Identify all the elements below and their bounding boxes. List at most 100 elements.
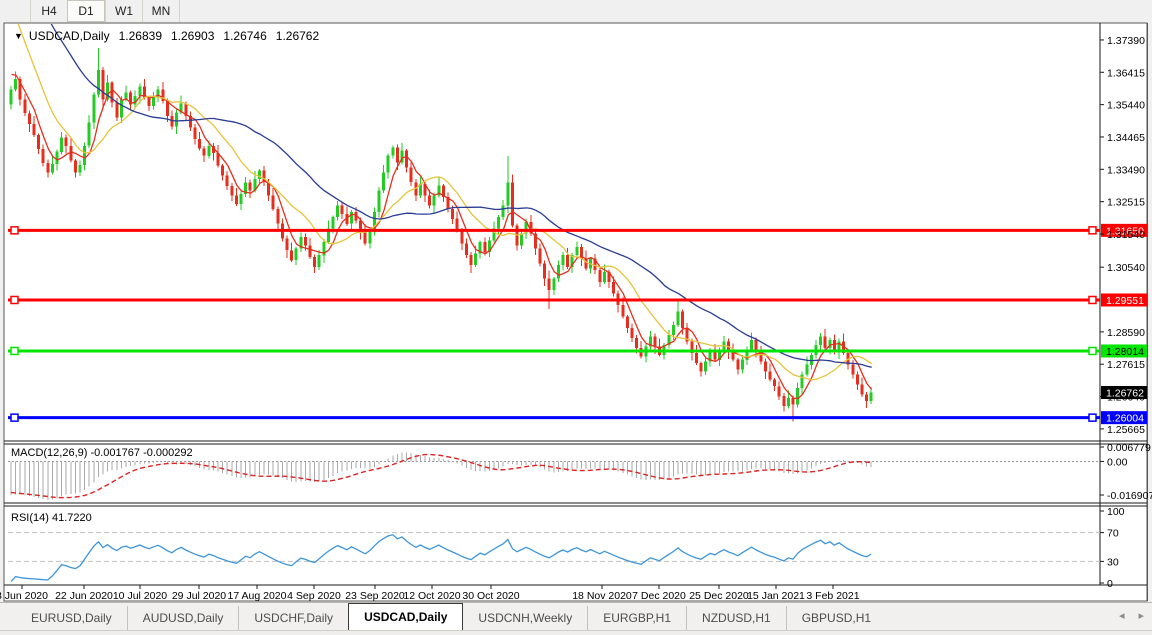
candle: [672, 325, 675, 335]
candle: [148, 98, 151, 106]
date-label: 23 Sep 2020: [345, 590, 405, 602]
candle: [621, 305, 624, 317]
tab-scroll-right-icon[interactable]: ▸: [1138, 611, 1144, 622]
date-label: 29 Jul 2020: [172, 590, 226, 602]
date-label: 30 Oct 2020: [462, 590, 519, 602]
candle: [704, 361, 707, 371]
candle: [341, 206, 344, 214]
line-handle[interactable]: [11, 414, 18, 421]
tab-eurgbp-h1[interactable]: EURGBP,H1: [587, 606, 686, 630]
candle: [502, 206, 505, 218]
candle: [575, 247, 578, 255]
tab-usdchf-daily[interactable]: USDCHF,Daily: [238, 606, 348, 630]
price-tick-label: 1.35440: [1107, 100, 1145, 112]
candle: [810, 355, 813, 365]
candle: [433, 196, 436, 206]
candle: [677, 312, 680, 325]
candle: [497, 217, 500, 229]
candle: [378, 191, 381, 213]
price-tick-label: 1.30540: [1107, 262, 1145, 274]
date-label: 4 Sep 2020: [287, 590, 341, 602]
date-label: 3 Jun 2020: [0, 590, 48, 602]
candle: [865, 395, 868, 402]
quote-low: 1.26746: [223, 29, 266, 43]
candle: [796, 388, 799, 405]
symbol-dropdown-icon[interactable]: ▼: [14, 31, 23, 41]
candle: [654, 337, 657, 347]
candle: [125, 93, 128, 100]
tab-nzdusd-h1[interactable]: NZDUSD,H1: [686, 606, 786, 630]
candle: [805, 365, 808, 375]
tab-audusd-daily[interactable]: AUDUSD,Daily: [127, 606, 239, 630]
chart-canvas[interactable]: 1.316501.295511.280141.260041.373901.364…: [0, 0, 1152, 634]
candle: [566, 255, 569, 267]
status-strip: [0, 630, 1152, 635]
line-handle[interactable]: [1089, 227, 1096, 234]
candle: [782, 396, 785, 406]
candle: [60, 138, 63, 152]
line-handle[interactable]: [11, 296, 18, 303]
candle: [175, 113, 178, 127]
candle: [138, 87, 141, 96]
candle: [336, 206, 339, 218]
candle: [626, 317, 629, 329]
date-label: 17 Aug 2020: [228, 590, 287, 602]
candle: [235, 196, 238, 204]
rsi-axis-label: 0: [1107, 578, 1113, 590]
candle: [736, 360, 739, 370]
tab-eurusd-daily[interactable]: EURUSD,Daily: [16, 606, 127, 630]
candle: [166, 101, 169, 116]
candle: [79, 165, 82, 172]
candle: [428, 196, 431, 206]
candle: [207, 146, 210, 156]
candle: [318, 255, 321, 267]
tab-gbpusd-h1[interactable]: GBPUSD,H1: [786, 606, 886, 630]
candle: [856, 375, 859, 385]
candle: [226, 176, 229, 187]
candle: [819, 337, 822, 345]
candle: [115, 103, 118, 118]
tab-usdcad-daily[interactable]: USDCAD,Daily: [348, 603, 463, 630]
rsi-indicator-label: RSI(14) 41.7220: [11, 512, 92, 524]
price-tick-label: 1.34465: [1107, 132, 1145, 144]
price-tick-label: 1.28590: [1107, 327, 1145, 339]
candle: [92, 94, 95, 122]
date-label: 25 Dec 2020: [689, 590, 749, 602]
line-handle[interactable]: [11, 347, 18, 354]
candle: [700, 363, 703, 371]
line-handle[interactable]: [1089, 414, 1096, 421]
tab-usdcnh-weekly[interactable]: USDCNH,Weekly: [463, 606, 587, 630]
chart-title: ▼USDCAD,Daily1.268391.269031.267461.2676…: [14, 29, 319, 43]
candle: [28, 113, 31, 124]
date-label: 10 Jul 2020: [113, 590, 167, 602]
candle: [230, 186, 233, 195]
candle: [286, 239, 289, 251]
candle: [33, 124, 36, 135]
line-handle[interactable]: [1089, 296, 1096, 303]
line-handle[interactable]: [11, 227, 18, 234]
line-handle[interactable]: [1089, 347, 1096, 354]
candle: [750, 340, 753, 350]
quote-close: 1.26762: [276, 29, 319, 43]
candle: [851, 365, 854, 375]
candle: [382, 172, 385, 190]
candle: [539, 249, 542, 264]
date-label: 12 Oct 2020: [403, 590, 460, 602]
rsi-axis-label: 100: [1107, 506, 1125, 518]
candle: [295, 249, 298, 261]
candle: [824, 337, 827, 349]
date-label: 7 Dec 2020: [632, 590, 686, 602]
candle: [120, 99, 123, 117]
price-tick-label: 1.31540: [1107, 229, 1145, 241]
candle: [391, 147, 394, 155]
candle: [557, 265, 560, 278]
candle: [598, 270, 601, 282]
candle: [97, 70, 100, 94]
candle: [272, 196, 275, 209]
tab-scroll-left-icon[interactable]: ◂: [1119, 611, 1125, 622]
bid-price-text: 1.26762: [1106, 388, 1144, 400]
price-tick-label: 1.25665: [1107, 424, 1145, 436]
candle: [37, 135, 40, 149]
rsi-axis-label: 30: [1107, 556, 1119, 568]
candle: [368, 232, 371, 244]
